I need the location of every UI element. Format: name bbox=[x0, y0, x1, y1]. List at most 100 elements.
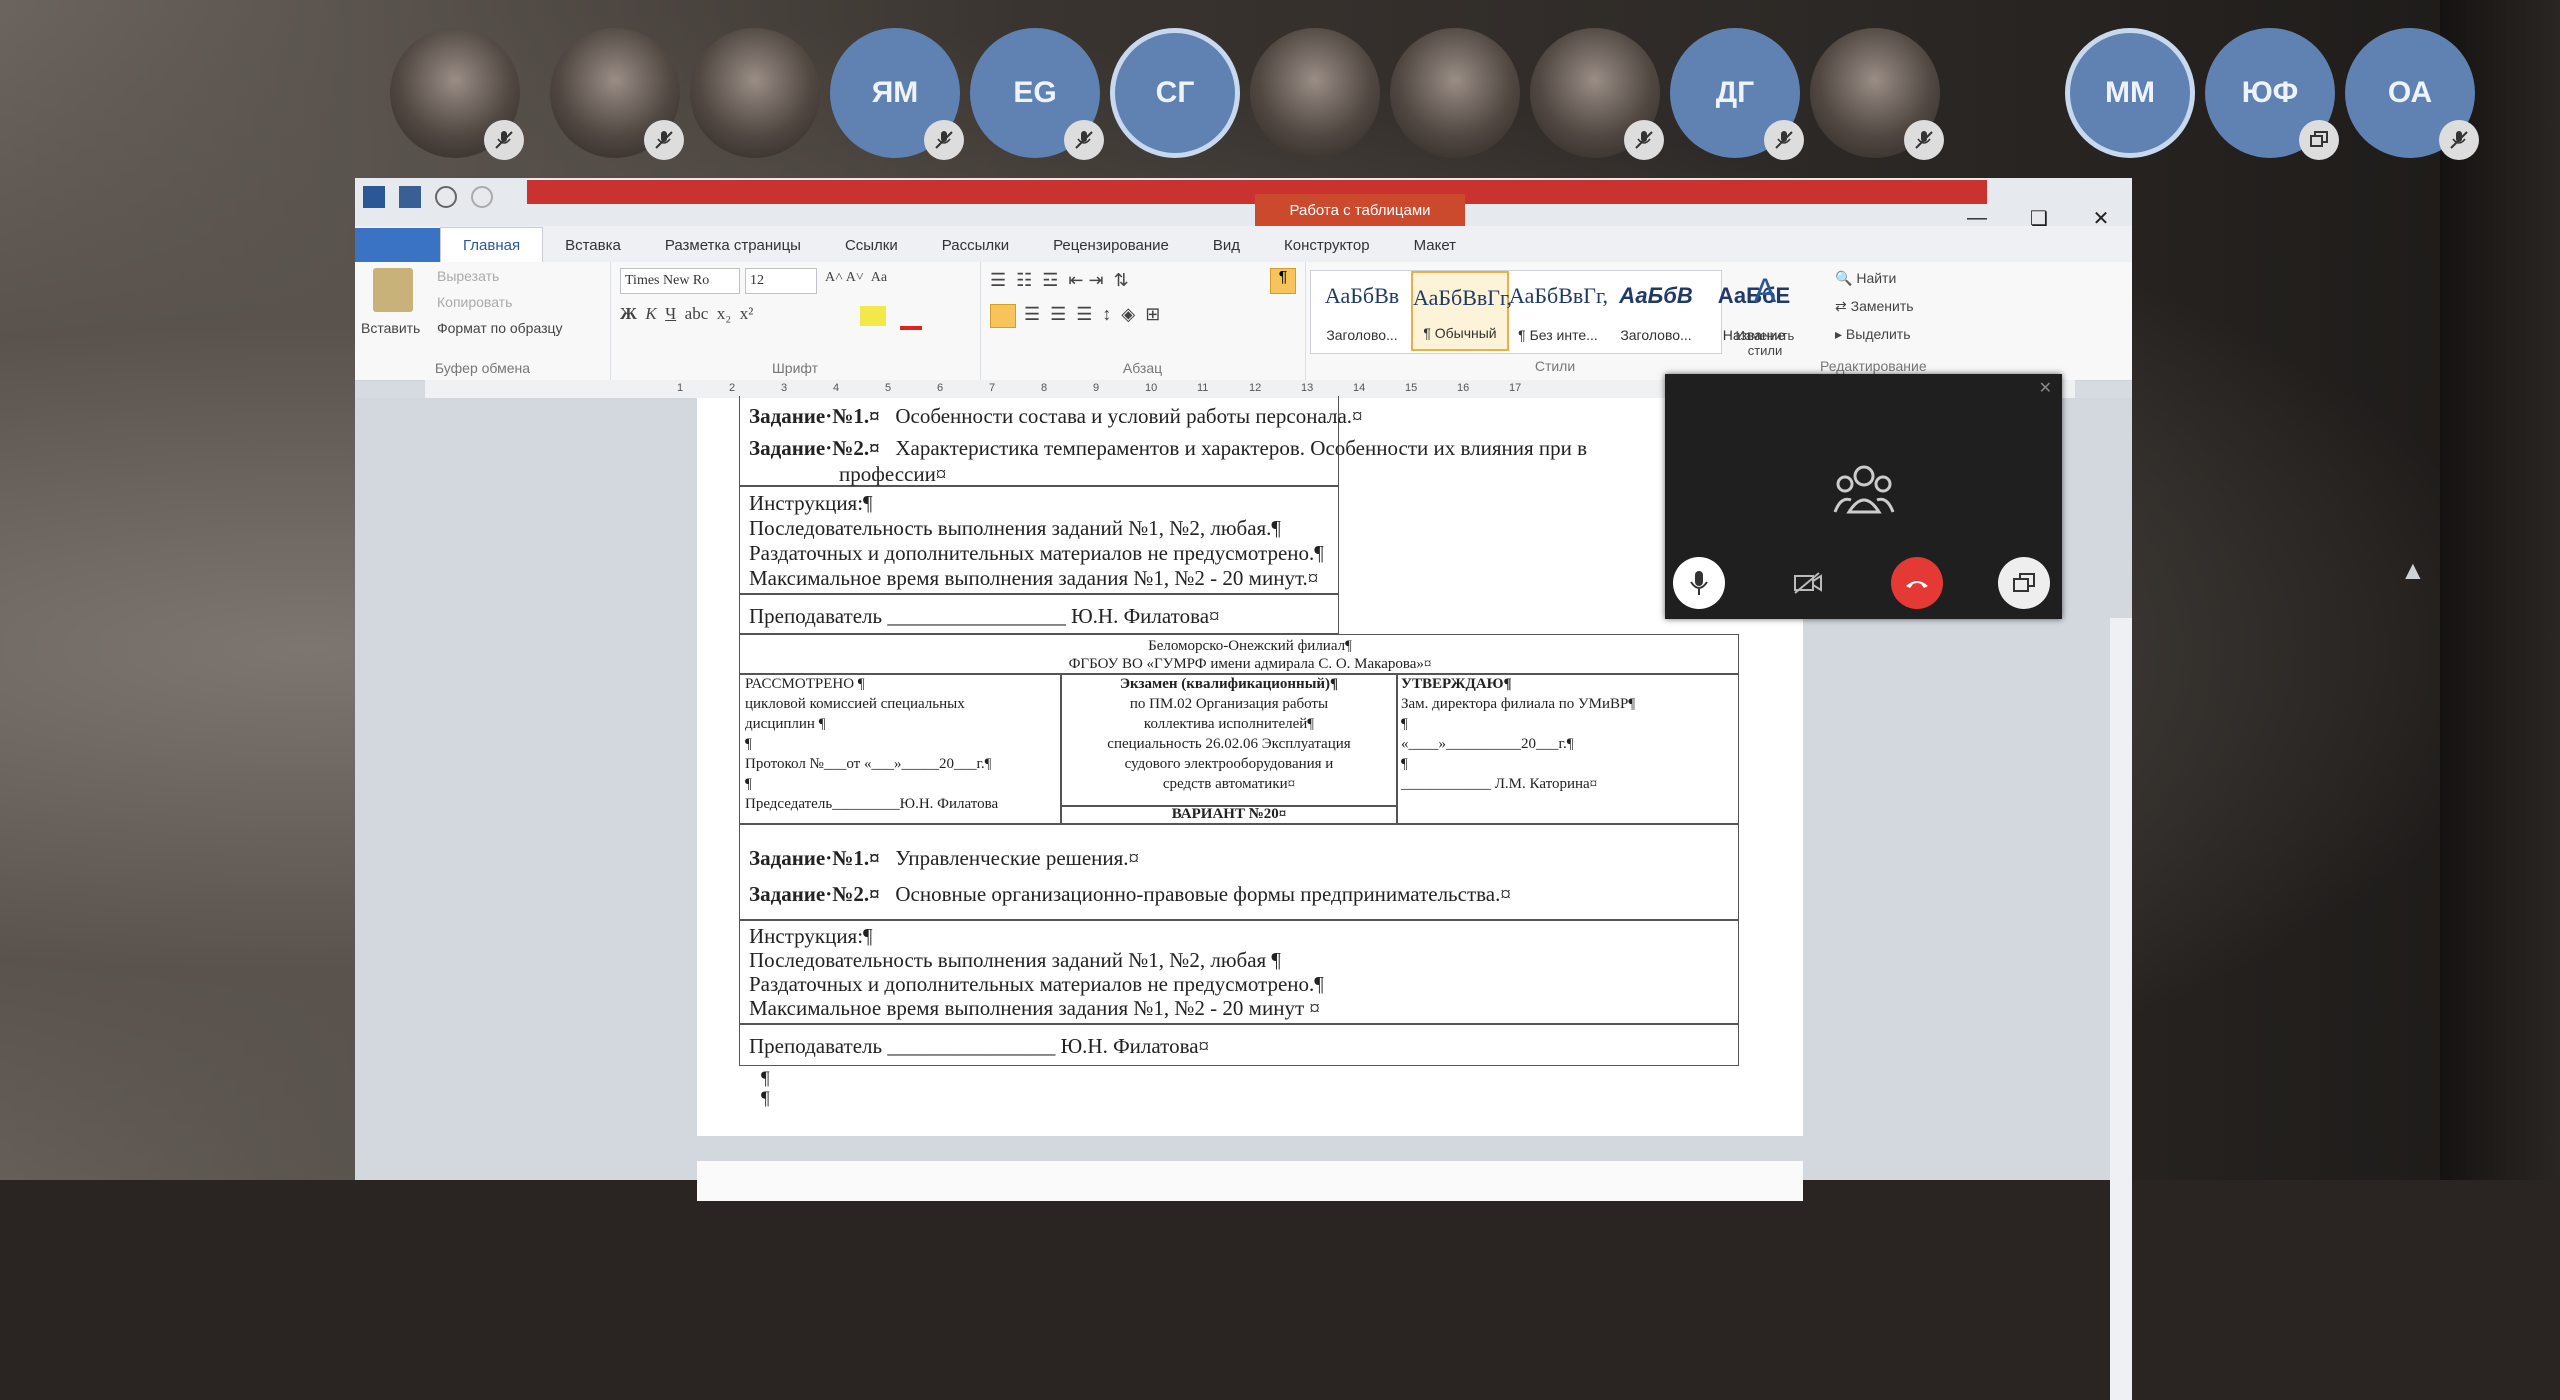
ruler-number: 8 bbox=[1041, 382, 1048, 394]
participant-video[interactable] bbox=[690, 28, 820, 158]
participant-initials: ЮФ bbox=[2241, 76, 2299, 109]
task1-1: Задание·№1.¤ Особенности состава и услов… bbox=[749, 404, 1363, 428]
ribbon-tab[interactable]: Вид bbox=[1191, 228, 1262, 262]
highlight-icon[interactable] bbox=[860, 306, 886, 326]
ribbon-tab[interactable]: Рецензирование bbox=[1031, 228, 1191, 262]
participant-avatar[interactable]: СГ bbox=[1110, 28, 1240, 158]
participant-avatar[interactable]: ДГ bbox=[1670, 28, 1804, 160]
font-name-box[interactable]: Times New Ro bbox=[620, 268, 740, 294]
participant-initials: СГ bbox=[1155, 76, 1195, 109]
participant-avatar[interactable]: EG bbox=[970, 28, 1104, 160]
hangup-button[interactable] bbox=[1891, 557, 1943, 609]
participant-avatar[interactable]: ОА bbox=[2345, 28, 2479, 160]
task1-2: Задание·№1.¤ Управленческие решения.¤ bbox=[749, 846, 1140, 870]
participant-video[interactable] bbox=[1810, 28, 1944, 160]
vertical-scrollbar[interactable] bbox=[2110, 618, 2132, 1400]
align-left-button[interactable] bbox=[990, 304, 1016, 328]
find-button[interactable]: 🔍 Найти bbox=[1835, 270, 1896, 287]
ruler-number: 16 bbox=[1457, 382, 1470, 394]
ribbon-tab[interactable]: Главная bbox=[440, 227, 544, 262]
mic-muted-icon bbox=[1904, 120, 1944, 160]
select-button[interactable]: ▸ Выделить bbox=[1835, 326, 1911, 343]
font-size-box[interactable]: 12 bbox=[745, 268, 817, 294]
show-marks-button[interactable]: ¶ bbox=[1270, 268, 1296, 294]
ribbon-tab[interactable]: Разметка страницы bbox=[643, 228, 823, 262]
list-buttons[interactable]: ☰ ☷ ☲ ⇤ ⇥ ⇅ bbox=[990, 270, 1129, 291]
style-item[interactable]: АаБбВвГг, ¶ Обычный bbox=[1411, 271, 1513, 351]
ruler-number: 2 bbox=[729, 382, 736, 394]
variant-label: ВАРИАНТ №20¤ bbox=[1171, 806, 1287, 822]
doc-line: Инструкция:¶ bbox=[749, 924, 873, 948]
style-item[interactable]: АаБбВвГг, ¶ Без инте... bbox=[1509, 271, 1609, 351]
style-preview: АаБбВвГг, bbox=[1413, 285, 1513, 310]
paste-button[interactable]: Вставить bbox=[361, 320, 420, 336]
doc-line: ¶ bbox=[1401, 756, 1408, 772]
font-color-icon[interactable] bbox=[900, 306, 922, 330]
doc-line: ¶ bbox=[1401, 716, 1408, 732]
participant-video[interactable] bbox=[1390, 28, 1520, 158]
style-name: ¶ Без инте... bbox=[1518, 327, 1598, 343]
participant-video[interactable] bbox=[1530, 28, 1664, 160]
participant-video[interactable] bbox=[390, 28, 524, 160]
select-label: Выделить bbox=[1845, 326, 1911, 342]
cut-button[interactable]: Вырезать bbox=[437, 268, 499, 284]
participant-video[interactable] bbox=[1250, 28, 1380, 158]
align-buttons[interactable]: ☰ ☰ ☰ ↕ ◈ ⊞ bbox=[1024, 304, 1160, 325]
ruler-number: 13 bbox=[1301, 382, 1314, 394]
ruler-number: 11 bbox=[1197, 382, 1209, 394]
participants-icon[interactable] bbox=[1833, 462, 1895, 519]
copy-button[interactable]: Копировать bbox=[437, 294, 512, 310]
ribbon-tab[interactable]: Вставка bbox=[543, 228, 643, 262]
doc-line: дисциплин ¶ bbox=[745, 716, 826, 732]
document-page[interactable]: Задание·№1.¤ Особенности состава и услов… bbox=[697, 396, 1803, 1136]
participant-avatar[interactable]: ММ bbox=[2065, 28, 2195, 158]
doc-line: цикловой комиссией специальных bbox=[745, 696, 965, 712]
mic-muted-icon bbox=[1764, 120, 1804, 160]
ruler-number: 14 bbox=[1353, 382, 1366, 394]
expand-window-button[interactable] bbox=[1998, 557, 2050, 609]
participant-avatar[interactable]: ЯМ bbox=[830, 28, 964, 160]
font-format-buttons[interactable]: Ж К Ч abc x₂ x² bbox=[620, 304, 753, 324]
ribbon: Вставить Вырезать Копировать Формат по о… bbox=[355, 262, 2132, 381]
ribbon-tab[interactable]: Ссылки bbox=[823, 228, 920, 262]
ruler-number: 6 bbox=[937, 382, 944, 394]
doc-line: специальность 26.02.06 Эксплуатация bbox=[1107, 736, 1351, 752]
ribbon-tab[interactable]: Макет bbox=[1392, 228, 1478, 262]
participant-avatar[interactable]: ЮФ bbox=[2205, 28, 2339, 160]
editing-group-label: Редактирование bbox=[1820, 358, 1927, 374]
replace-button[interactable]: ⇄ Заменить bbox=[1835, 298, 1914, 315]
undo-icon[interactable] bbox=[435, 186, 457, 208]
overlay-close-icon[interactable]: ✕ bbox=[2039, 378, 2052, 398]
doc-line: Зам. директора филиала по УМиВР¶ bbox=[1401, 696, 1636, 712]
doc-line: ¶ bbox=[745, 736, 752, 752]
change-styles-icon[interactable]: A bbox=[1735, 272, 1795, 311]
change-styles-button[interactable]: Изменить стили bbox=[1727, 328, 1803, 358]
style-preview: АаБбВвГг, bbox=[1509, 283, 1609, 308]
doc-line: Раздаточных и дополнительных материалов … bbox=[749, 972, 1324, 996]
participant-initials: ОА bbox=[2387, 76, 2433, 109]
format-painter-button[interactable]: Формат по образцу bbox=[437, 320, 563, 336]
camera-off-button[interactable] bbox=[1782, 557, 1834, 609]
font-group-label: Шрифт bbox=[771, 360, 819, 376]
grow-shrink-font[interactable]: A˄ A˅ Aa bbox=[825, 270, 887, 286]
ribbon-tab[interactable]: Рассылки bbox=[920, 228, 1031, 262]
doc-line: по ПМ.02 Организация работы bbox=[1129, 696, 1329, 712]
participant-initials: ММ bbox=[2105, 76, 2155, 109]
ribbon-tab[interactable]: Конструктор bbox=[1262, 228, 1392, 262]
participant-video[interactable] bbox=[550, 28, 684, 160]
university-name: ФГБОУ ВО «ГУМРФ имени адмирала С. О. Мак… bbox=[1068, 656, 1432, 672]
doc-line: Последовательность выполнения заданий №1… bbox=[749, 948, 1281, 972]
ruler-number: 7 bbox=[989, 382, 996, 394]
save-icon[interactable] bbox=[399, 186, 421, 208]
mic-button[interactable] bbox=[1673, 557, 1725, 609]
participant-initials: ЯМ bbox=[871, 76, 919, 109]
style-item[interactable]: АаБбВ Заголово... bbox=[1607, 271, 1705, 351]
task2-1-cont: профессии¤ bbox=[839, 462, 947, 486]
file-tab[interactable] bbox=[355, 228, 440, 262]
clipboard-group: Вставить Вырезать Копировать Формат по о… bbox=[355, 262, 611, 380]
redo-icon[interactable] bbox=[471, 186, 493, 208]
word-logo-icon bbox=[363, 186, 385, 208]
paste-icon[interactable] bbox=[373, 268, 413, 312]
doc-line: УТВЕРЖДАЮ¶ bbox=[1401, 676, 1512, 692]
style-item[interactable]: АаБбВв Заголово... bbox=[1313, 271, 1411, 351]
